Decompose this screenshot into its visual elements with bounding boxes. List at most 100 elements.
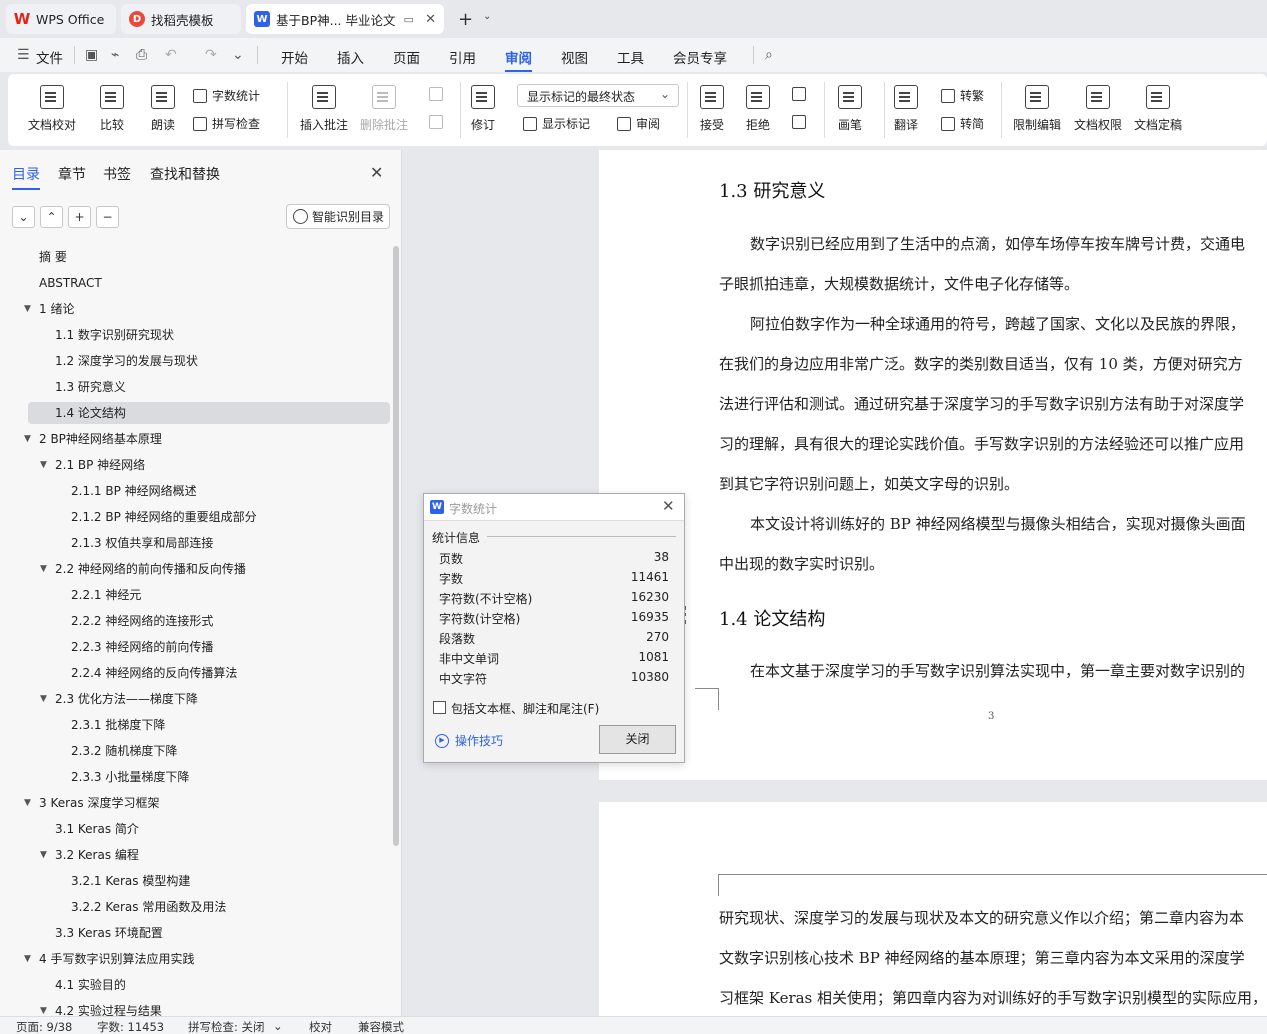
tab-bookmark[interactable]: 书签 (103, 164, 131, 184)
close-icon[interactable]: ✕ (662, 497, 675, 515)
tab-toc[interactable]: 目录 (12, 164, 40, 190)
dialog-title-bar[interactable]: W 字数统计 ✕ (424, 494, 684, 521)
tab-document[interactable]: W 基于BP神... 毕业论文 ▭ ✕ (246, 4, 444, 34)
menu-page[interactable]: 页面 (393, 47, 420, 67)
toc-item[interactable]: 2.3.1 批梯度下降 (71, 714, 165, 736)
expand-triangle-icon[interactable]: ▼ (40, 844, 47, 866)
menu-member[interactable]: 会员专享 (673, 47, 727, 67)
expand-triangle-icon[interactable]: ▼ (24, 948, 31, 970)
toc-item[interactable]: 1.3 研究意义 (55, 376, 126, 398)
revise-button[interactable]: 修订 (471, 74, 495, 133)
status-spell[interactable]: 拼写检查: 关闭 (188, 1019, 265, 1034)
expand-triangle-icon[interactable]: ▼ (40, 688, 47, 710)
tab-find-replace[interactable]: 查找和替换 (150, 164, 220, 184)
toc-item[interactable]: 2.1.3 权值共享和局部连接 (71, 532, 213, 554)
accept-button[interactable]: 接受 (700, 74, 724, 133)
word-count-button[interactable]: 字数统计 (193, 87, 260, 104)
tab-chapter[interactable]: 章节 (58, 164, 86, 184)
toc-item[interactable]: 2.2.4 神经网络的反向传播算法 (71, 662, 237, 684)
toc-item[interactable]: 摘 要 (39, 246, 67, 268)
review-pane-button[interactable]: 审阅 (617, 115, 660, 132)
collapse-icon[interactable]: ⌄ (12, 206, 35, 228)
doc-permission-button[interactable]: 文档权限 (1074, 74, 1122, 133)
smart-toc-button[interactable]: 智能识别目录 (286, 204, 390, 229)
delete-comment-button[interactable]: 删除批注 (360, 74, 408, 133)
new-tab-icon[interactable]: + (458, 9, 473, 30)
search-icon[interactable]: ⌕ (765, 47, 773, 63)
show-markup-button[interactable]: 显示标记 (523, 115, 590, 132)
toc-item[interactable]: 2.1.1 BP 神经网络概述 (71, 480, 197, 502)
toc-item[interactable]: 2 BP神经网络基本原理 (39, 428, 162, 450)
insert-comment-button[interactable]: 插入批注 (300, 74, 348, 133)
next-change-button[interactable] (792, 115, 811, 129)
reject-button[interactable]: 拒绝 (746, 74, 770, 133)
toc-item[interactable]: 1.1 数字识别研究现状 (55, 324, 174, 346)
expand-triangle-icon[interactable]: ▼ (24, 298, 31, 320)
hamburger-menu-icon[interactable]: ☰ (17, 47, 30, 63)
add-heading-icon[interactable]: + (68, 206, 91, 228)
scrollbar[interactable] (393, 246, 399, 846)
toc-item[interactable]: 3.2 Keras 编程 (55, 844, 139, 866)
compare-button[interactable]: 比较 (100, 74, 124, 133)
toc-item[interactable]: 2.1.2 BP 神经网络的重要组成部分 (71, 506, 257, 528)
toc-item[interactable]: 2.3 优化方法——梯度下降 (55, 688, 198, 710)
page[interactable]: 研究现状、深度学习的发展与现状及本文的研究意义作以介绍；第二章内容为本 文数字识… (599, 802, 1267, 1016)
share-icon[interactable]: ⌁ (111, 47, 119, 63)
expand-triangle-icon[interactable]: ▼ (40, 454, 47, 476)
menu-tools[interactable]: 工具 (617, 47, 644, 67)
doc-check-button[interactable]: 文档校对 (28, 74, 76, 133)
expand-triangle-icon[interactable]: ▼ (40, 558, 47, 580)
markup-state-select[interactable]: 显示标记的最终状态 ⌄ (517, 84, 679, 107)
include-textbox-checkbox[interactable] (433, 701, 446, 714)
toc-item[interactable]: 3.2.2 Keras 常用函数及用法 (71, 896, 226, 918)
expand-triangle-icon[interactable]: ▼ (24, 428, 31, 450)
toc-item[interactable]: 3.2.1 Keras 模型构建 (71, 870, 190, 892)
toc-item[interactable]: 2.2.3 神经网络的前向传播 (71, 636, 213, 658)
menu-file[interactable]: 文件 (36, 47, 63, 67)
toc-item[interactable]: 4.1 实验目的 (55, 974, 126, 996)
tips-link[interactable]: ▶ 操作技巧 (435, 732, 503, 749)
ink-button[interactable]: 画笔 (838, 74, 862, 133)
chevron-down-icon[interactable]: ⌄ (273, 1019, 283, 1033)
monitor-icon[interactable]: ▭ (404, 13, 414, 26)
redo-icon[interactable]: ↷ (205, 47, 217, 63)
expand-triangle-icon[interactable]: ▼ (24, 792, 31, 814)
toc-item[interactable]: 2.2.2 神经网络的连接形式 (71, 610, 213, 632)
toc-item[interactable]: 2.2 神经网络的前向传播和反向传播 (55, 558, 246, 580)
toc-item[interactable]: 3.1 Keras 简介 (55, 818, 139, 840)
tab-template[interactable]: D 找稻壳模板 (121, 4, 241, 34)
expand-icon[interactable]: ⌃ (40, 206, 63, 228)
toc-item[interactable]: 2.2.1 神经元 (71, 584, 141, 606)
close-pane-icon[interactable]: ✕ (370, 163, 383, 182)
toc-item[interactable]: 1 绪论 (39, 298, 74, 320)
page[interactable]: 1.3 研究意义 数字识别已经应用到了生活中的点滴，如停车场停车按车牌号计费，交… (599, 150, 1267, 780)
translate-button[interactable]: 翻译 (894, 74, 918, 133)
menu-reference[interactable]: 引用 (449, 47, 476, 67)
status-words[interactable]: 字数: 11453 (97, 1019, 164, 1034)
menu-insert[interactable]: 插入 (337, 47, 364, 67)
toc-item[interactable]: 1.4 论文结构 (55, 402, 126, 424)
toc-item[interactable]: 4 手写数字识别算法应用实践 (39, 948, 194, 970)
next-comment-button[interactable] (429, 115, 448, 129)
remove-heading-icon[interactable]: − (96, 206, 119, 228)
spell-check-button[interactable]: 拼写检查 (193, 115, 260, 132)
undo-icon[interactable]: ↶ (165, 47, 177, 63)
status-page[interactable]: 页面: 9/38 (16, 1019, 72, 1034)
toc-item[interactable]: 2.3.2 随机梯度下降 (71, 740, 177, 762)
restrict-edit-button[interactable]: 限制编辑 (1013, 74, 1061, 133)
read-aloud-button[interactable]: 朗读 (151, 74, 175, 133)
prev-comment-button[interactable] (429, 87, 448, 101)
toc-item[interactable]: 3.3 Keras 环境配置 (55, 922, 163, 944)
menu-review[interactable]: 审阅 (505, 47, 532, 72)
status-proof[interactable]: 校对 (309, 1019, 332, 1034)
print-preview-icon[interactable]: ⎙ (136, 47, 147, 63)
toc-item[interactable]: 1.2 深度学习的发展与现状 (55, 350, 198, 372)
menu-view[interactable]: 视图 (561, 47, 588, 67)
prev-change-button[interactable] (792, 87, 811, 101)
toc-item[interactable]: 3 Keras 深度学习框架 (39, 792, 159, 814)
menu-start[interactable]: 开始 (281, 47, 308, 67)
quick-access-dropdown-icon[interactable]: ⌄ (232, 47, 244, 63)
toc-item[interactable]: ABSTRACT (39, 272, 102, 294)
toc-item[interactable]: 2.1 BP 神经网络 (55, 454, 145, 476)
chevron-down-icon[interactable]: ⌄ (483, 11, 491, 22)
